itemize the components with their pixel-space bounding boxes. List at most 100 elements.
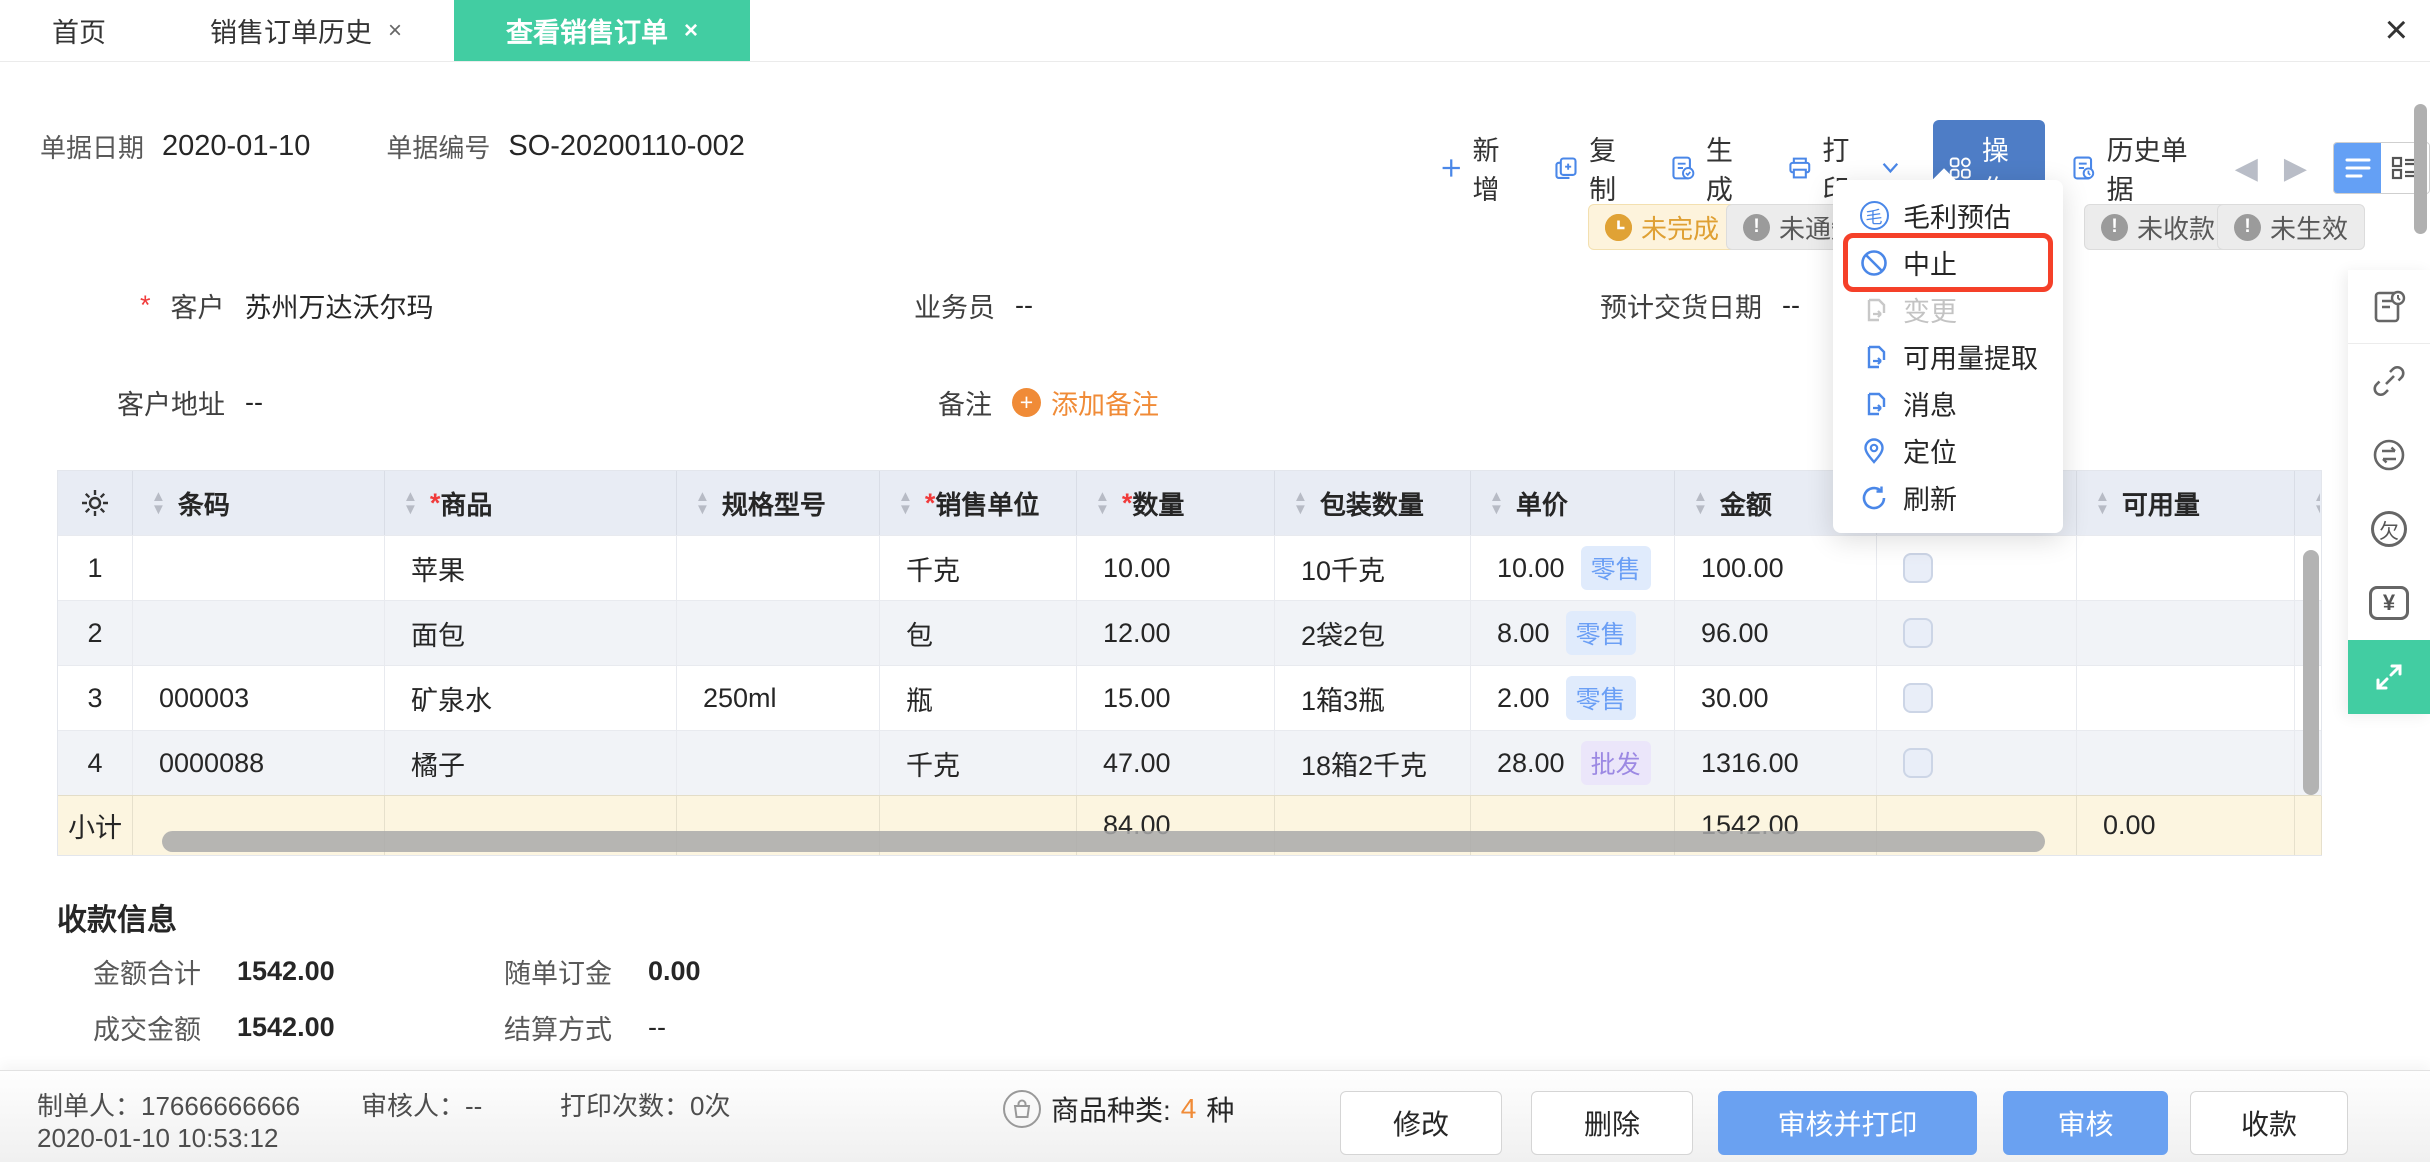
status-badge-unpaid: ! 未收款	[2084, 204, 2233, 250]
cell-checkbox	[1877, 601, 2077, 665]
order-log-button[interactable]	[2348, 270, 2430, 344]
header-unit[interactable]: ▲ ▼ * 销售单位	[880, 471, 1077, 535]
header-product[interactable]: ▲ ▼ * 商品	[385, 471, 677, 535]
header-partial-column[interactable]: ▲▼	[2295, 471, 2320, 535]
sales-order-view-screen: 首页 销售订单历史 × 查看销售订单 × × 单据日期 2020-01-10 单…	[0, 0, 2430, 1162]
row-index: 2	[58, 601, 133, 665]
table-body: 1 苹果 千克 10.00 10千克 10.00 零售 100.00 2 面包 包…	[58, 535, 2321, 795]
tab-close-icon[interactable]: ×	[388, 17, 402, 45]
table-row[interactable]: 3 000003 矿泉水 250ml 瓶 15.00 1箱3瓶 2.00 零售 3…	[58, 665, 2321, 730]
header-spec[interactable]: ▲ ▼ 规格型号	[677, 471, 880, 535]
sort-icon[interactable]: ▲▼	[403, 489, 418, 517]
created-time: 2020-01-10 10:53:12	[37, 1123, 279, 1153]
audit-and-print-button[interactable]: 审核并打印	[1718, 1091, 1977, 1155]
exclamation-icon: !	[1743, 213, 1770, 241]
price-type-badge[interactable]: 零售	[1565, 611, 1636, 655]
doc-check-icon	[1672, 156, 1695, 180]
sort-icon[interactable]: ▲▼	[2095, 489, 2110, 517]
list-view-icon	[2345, 158, 2371, 178]
footer-bar: 制单人：17666666666 2020-01-10 10:53:12 审核人：…	[0, 1070, 2430, 1162]
refresh-icon	[1862, 486, 1886, 509]
sort-icon[interactable]: ▲▼	[151, 489, 166, 517]
fullscreen-button[interactable]	[2348, 640, 2430, 714]
action-dropdown-menu: 毛 毛利预估 中止 变更 可用量提取 消息 定位 刷新	[1833, 180, 2063, 533]
customer-value: 苏州万达沃尔玛	[244, 293, 434, 323]
menu-item-locate[interactable]: 定位	[1833, 427, 2063, 474]
horizontal-scrollbar-thumb[interactable]	[162, 831, 2045, 852]
header-available[interactable]: ▲ ▼ 可用量	[2077, 471, 2295, 535]
cell-amount: 1316.00	[1675, 731, 1877, 795]
sort-icon[interactable]: ▲▼	[1095, 489, 1110, 517]
link-button[interactable]	[2348, 344, 2430, 418]
header-pack-qty[interactable]: ▲ ▼ 包装数量	[1275, 471, 1471, 535]
status-badge-unfinished: 未完成	[1588, 204, 1737, 250]
sort-icon[interactable]: ▲▼	[1293, 489, 1308, 517]
remark-label: 备注	[938, 390, 992, 420]
history-docs-button[interactable]: 历史单据	[2071, 129, 2201, 207]
add-button[interactable]: 新增	[1440, 129, 1519, 207]
menu-item-abort[interactable]: 中止	[1833, 233, 2063, 292]
cell-price: 2.00 零售	[1471, 666, 1675, 730]
receive-payment-button[interactable]: 收款	[2190, 1091, 2348, 1155]
cell-product: 面包	[385, 601, 677, 665]
cell-pack: 2袋2包	[1275, 601, 1471, 665]
doc-date-value: 2020-01-10	[162, 130, 311, 162]
row-checkbox[interactable]	[1903, 553, 1933, 583]
sort-icon[interactable]: ▲▼	[2313, 489, 2320, 517]
cell-barcode: 0000088	[133, 731, 385, 795]
table-row[interactable]: 4 0000088 橘子 千克 47.00 18箱2千克 28.00 批发 131…	[58, 730, 2321, 795]
cell-price: 8.00 零售	[1471, 601, 1675, 665]
money-button[interactable]: ¥	[2348, 566, 2430, 640]
menu-item-refresh[interactable]: 刷新	[1833, 474, 2063, 521]
row-checkbox[interactable]	[1903, 683, 1933, 713]
debt-button[interactable]: 欠	[2348, 492, 2430, 566]
table-vertical-scrollbar-thumb[interactable]	[2303, 550, 2319, 795]
price-type-badge[interactable]: 零售	[1565, 676, 1636, 720]
cell-qty: 47.00	[1077, 731, 1275, 795]
cell-qty: 15.00	[1077, 666, 1275, 730]
generate-button[interactable]: 生成	[1670, 129, 1753, 207]
cell-pack: 1箱3瓶	[1275, 666, 1471, 730]
delete-button[interactable]: 删除	[1531, 1091, 1693, 1155]
location-pin-icon	[1864, 437, 1884, 464]
price-type-badge[interactable]: 批发	[1580, 741, 1651, 785]
close-icon[interactable]: ×	[2385, 10, 2408, 50]
page-scrollbar-thumb[interactable]	[2414, 104, 2427, 234]
subtotal-label: 小计	[58, 796, 133, 855]
menu-item-gross-profit-estimate[interactable]: 毛 毛利预估	[1833, 192, 2063, 239]
header-price[interactable]: ▲ ▼ 单价	[1471, 471, 1675, 535]
tab-sales-order-history[interactable]: 销售订单历史 ×	[158, 0, 454, 61]
column-settings-button[interactable]	[58, 471, 133, 535]
menu-item-message[interactable]: 消息	[1833, 380, 2063, 427]
sort-icon[interactable]: ▲▼	[1693, 489, 1708, 517]
salesman-value: --	[1015, 290, 1033, 320]
tab-home[interactable]: 首页	[0, 0, 158, 61]
copy-button[interactable]: 复制	[1553, 129, 1636, 207]
price-type-badge[interactable]: 零售	[1580, 546, 1651, 590]
sort-icon[interactable]: ▲▼	[695, 489, 710, 517]
row-checkbox[interactable]	[1903, 618, 1933, 648]
menu-item-change[interactable]: 变更	[1833, 286, 2063, 333]
menu-item-available-extract[interactable]: 可用量提取	[1833, 333, 2063, 380]
sort-icon[interactable]: ▲▼	[1489, 489, 1504, 517]
tab-view-sales-order[interactable]: 查看销售订单 ×	[454, 0, 751, 61]
modify-button[interactable]: 修改	[1340, 1091, 1502, 1155]
cell-available	[2077, 536, 2295, 600]
sort-icon[interactable]: ▲▼	[898, 489, 913, 517]
prev-order-arrow[interactable]: ◀	[2235, 151, 2258, 186]
row-index: 4	[58, 731, 133, 795]
tab-close-icon[interactable]: ×	[684, 17, 698, 45]
transfer-button[interactable]	[2348, 418, 2430, 492]
add-remark-button[interactable]: + 添加备注	[1012, 383, 1159, 422]
header-barcode[interactable]: ▲ ▼ 条码	[133, 471, 385, 535]
customer-field: * 客户 苏州万达沃尔玛	[140, 286, 434, 325]
cell-spec: 250ml	[677, 666, 880, 730]
next-order-arrow[interactable]: ▶	[2284, 151, 2307, 186]
list-view-button[interactable]	[2333, 143, 2382, 193]
header-qty[interactable]: ▲ ▼ * 数量	[1077, 471, 1275, 535]
table-row[interactable]: 1 苹果 千克 10.00 10千克 10.00 零售 100.00	[58, 535, 2321, 600]
audit-button[interactable]: 审核	[2003, 1091, 2168, 1155]
row-checkbox[interactable]	[1903, 748, 1933, 778]
table-row[interactable]: 2 面包 包 12.00 2袋2包 8.00 零售 96.00	[58, 600, 2321, 665]
gross-profit-icon: 毛	[1859, 201, 1889, 230]
